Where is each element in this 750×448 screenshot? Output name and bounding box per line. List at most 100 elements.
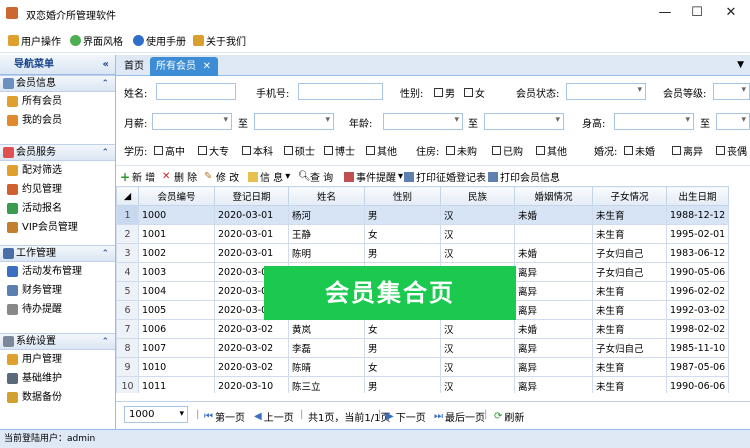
column-header[interactable]: 婚姻情况 bbox=[514, 186, 593, 206]
minimize-button[interactable]: — bbox=[650, 4, 680, 22]
close-tab-icon[interactable]: ✕ bbox=[203, 57, 211, 76]
table-cell: 1004 bbox=[138, 281, 215, 301]
gender-female-checkbox[interactable]: 女 bbox=[464, 85, 485, 100]
close-button[interactable]: ✕ bbox=[716, 4, 746, 22]
menu-ui-style[interactable]: 界面风格 bbox=[70, 33, 123, 48]
table-row[interactable]: 9 1010 2020-03-02 陈晴女汉离异 未生育 1987-05-06 bbox=[116, 357, 729, 377]
checkbox-label: 大专 bbox=[209, 147, 229, 158]
delete-button[interactable]: ✕ 删 除 bbox=[162, 169, 197, 184]
chevron-up-icon[interactable]: ⌃ bbox=[101, 76, 109, 92]
button-label: 第一页 bbox=[215, 413, 245, 424]
housing-owned-checkbox[interactable]: 已购 bbox=[492, 143, 523, 158]
edu-phd-checkbox[interactable]: 博士 bbox=[324, 143, 355, 158]
print-registration-button[interactable]: 打印征婚登记表 bbox=[404, 169, 486, 184]
column-header[interactable]: 出生日期 bbox=[666, 186, 729, 206]
phone-field[interactable] bbox=[298, 83, 383, 100]
refresh-button[interactable]: ⟳ 刷新 bbox=[494, 409, 524, 424]
marriage-single-checkbox[interactable]: 未婚 bbox=[624, 143, 655, 158]
gender-male-checkbox[interactable]: 男 bbox=[434, 85, 455, 100]
table-cell: 未生育 bbox=[592, 281, 667, 301]
checkbox-icon bbox=[536, 146, 545, 155]
sidebar-item-base-maintenance[interactable]: 基础维护 bbox=[0, 369, 115, 388]
event-reminder-button[interactable]: 事件提醒 ▾ bbox=[344, 169, 403, 184]
button-label: 最后一页 bbox=[445, 413, 485, 424]
chevron-up-icon[interactable]: ⌃ bbox=[101, 145, 109, 161]
checkbox-icon bbox=[624, 146, 633, 155]
column-header[interactable]: 民族 bbox=[440, 186, 515, 206]
chevron-up-icon[interactable]: ⌃ bbox=[101, 334, 109, 350]
column-header[interactable]: 子女情况 bbox=[592, 186, 667, 206]
table-cell: 1001 bbox=[138, 224, 215, 244]
sidebar-item-finance[interactable]: 财务管理 bbox=[0, 281, 115, 300]
column-header[interactable]: 会员编号 bbox=[138, 186, 215, 206]
column-header[interactable]: 姓名 bbox=[288, 186, 365, 206]
column-header[interactable]: 性别 bbox=[364, 186, 441, 206]
maximize-button[interactable]: ☐ bbox=[682, 4, 712, 22]
menu-manual[interactable]: 使用手册 bbox=[133, 33, 186, 48]
age-max-select[interactable] bbox=[484, 113, 564, 130]
page-size-select[interactable]: 1000 bbox=[124, 406, 188, 423]
sidebar-item-todo[interactable]: 待办提醒 bbox=[0, 300, 115, 319]
menu-about[interactable]: 关于我们 bbox=[193, 33, 246, 48]
housing-none-checkbox[interactable]: 未购 bbox=[446, 143, 477, 158]
print-member-info-button[interactable]: 打印会员信息 bbox=[488, 169, 560, 184]
edu-college-checkbox[interactable]: 大专 bbox=[198, 143, 229, 158]
group-system-settings[interactable]: 系统设置 ⌃ bbox=[0, 333, 115, 350]
sidebar-item-backup[interactable]: 数据备份 bbox=[0, 388, 115, 407]
age-min-select[interactable] bbox=[383, 113, 463, 130]
sidebar-item-activity-publish[interactable]: 活动发布管理 bbox=[0, 262, 115, 281]
income-min-select[interactable] bbox=[152, 113, 232, 130]
tab-menu-icon[interactable]: ▼ bbox=[737, 60, 744, 70]
group-member-info[interactable]: 会员信息 ⌃ bbox=[0, 75, 115, 92]
edit-button[interactable]: ✎ 修 改 bbox=[204, 169, 239, 184]
table-cell: 1002 bbox=[138, 243, 215, 263]
income-max-select[interactable] bbox=[254, 113, 334, 130]
edu-highschool-checkbox[interactable]: 高中 bbox=[154, 143, 185, 158]
marriage-widowed-checkbox[interactable]: 丧偶 bbox=[716, 143, 747, 158]
table-row[interactable]: 3 1002 2020-03-01 陈明男汉未婚 子女归自己 1983-06-12 bbox=[116, 243, 729, 263]
member-status-select[interactable] bbox=[566, 83, 646, 100]
table-row[interactable]: 10 1011 2020-03-10 陈三立男汉离异 未生育 1990-06-06 bbox=[116, 376, 729, 393]
table-row[interactable]: 7 1006 2020-03-02 黄岚女汉未婚 未生育 1998-02-02 bbox=[116, 319, 729, 339]
info-button[interactable]: 信 息 ▾ bbox=[248, 169, 290, 184]
button-label: 信 息 bbox=[260, 173, 284, 184]
tab-home[interactable]: 首页 bbox=[118, 57, 150, 76]
sidebar-item-activity-signup[interactable]: 活动报名 bbox=[0, 199, 115, 218]
tab-all-members[interactable]: 所有会员 ✕ bbox=[150, 57, 218, 76]
page-caption-banner: 会员集合页 bbox=[264, 266, 516, 320]
sidebar-item-my-members[interactable]: 我的会员 bbox=[0, 111, 115, 130]
table-row[interactable]: 8 1007 2020-03-02 李磊男汉离异 子女归自己 1985-11-10 bbox=[116, 338, 729, 358]
sidebar-item-vip[interactable]: VIP会员管理 bbox=[0, 218, 115, 237]
menu-user-ops[interactable]: 用户操作 bbox=[8, 33, 61, 48]
height-max-select[interactable] bbox=[716, 113, 750, 130]
table-row[interactable]: 2 1001 2020-03-01 王静女汉 未生育 1995-02-01 bbox=[116, 224, 729, 244]
housing-other-checkbox[interactable]: 其他 bbox=[536, 143, 567, 158]
chevron-up-icon[interactable]: ⌃ bbox=[101, 246, 109, 262]
sidebar-item-user-management[interactable]: 用户管理 bbox=[0, 350, 115, 369]
collapse-sidebar-button[interactable]: « bbox=[103, 55, 109, 75]
row-number: 4 bbox=[116, 262, 139, 282]
add-button[interactable]: + 新 增 bbox=[120, 169, 155, 185]
edu-other-checkbox[interactable]: 其他 bbox=[366, 143, 397, 158]
group-member-service[interactable]: 会员服务 ⌃ bbox=[0, 144, 115, 161]
next-page-button[interactable]: ▶ 下一页 bbox=[386, 409, 426, 424]
marriage-divorced-checkbox[interactable]: 离异 bbox=[672, 143, 703, 158]
sidebar-item-meetings[interactable]: 约见管理 bbox=[0, 180, 115, 199]
last-page-button[interactable]: ⏭︎ 最后一页 bbox=[434, 409, 485, 424]
sidebar-item-all-members[interactable]: 所有会员 bbox=[0, 92, 115, 111]
first-page-button[interactable]: ⏮︎ 第一页 bbox=[204, 409, 245, 424]
edu-bachelor-checkbox[interactable]: 本科 bbox=[242, 143, 273, 158]
member-level-select[interactable] bbox=[713, 83, 750, 100]
education-label: 学历: bbox=[124, 147, 148, 158]
prev-page-button[interactable]: ◀ 上一页 bbox=[254, 409, 294, 424]
column-header[interactable]: 登记日期 bbox=[214, 186, 289, 206]
name-field[interactable] bbox=[156, 83, 236, 100]
height-min-select[interactable] bbox=[614, 113, 694, 130]
search-button[interactable]: 🔍︎ 查 询 bbox=[298, 169, 333, 184]
group-work-management[interactable]: 工作管理 ⌃ bbox=[0, 245, 115, 262]
sidebar-item-label: 待办提醒 bbox=[22, 304, 62, 315]
sidebar-item-matching[interactable]: 配对筛选 bbox=[0, 161, 115, 180]
table-row[interactable]: 1 1000 2020-03-01 杨河男汉未婚 未生育 1988-12-12 bbox=[116, 205, 729, 225]
table-cell: 男 bbox=[364, 376, 441, 393]
edu-master-checkbox[interactable]: 硕士 bbox=[284, 143, 315, 158]
